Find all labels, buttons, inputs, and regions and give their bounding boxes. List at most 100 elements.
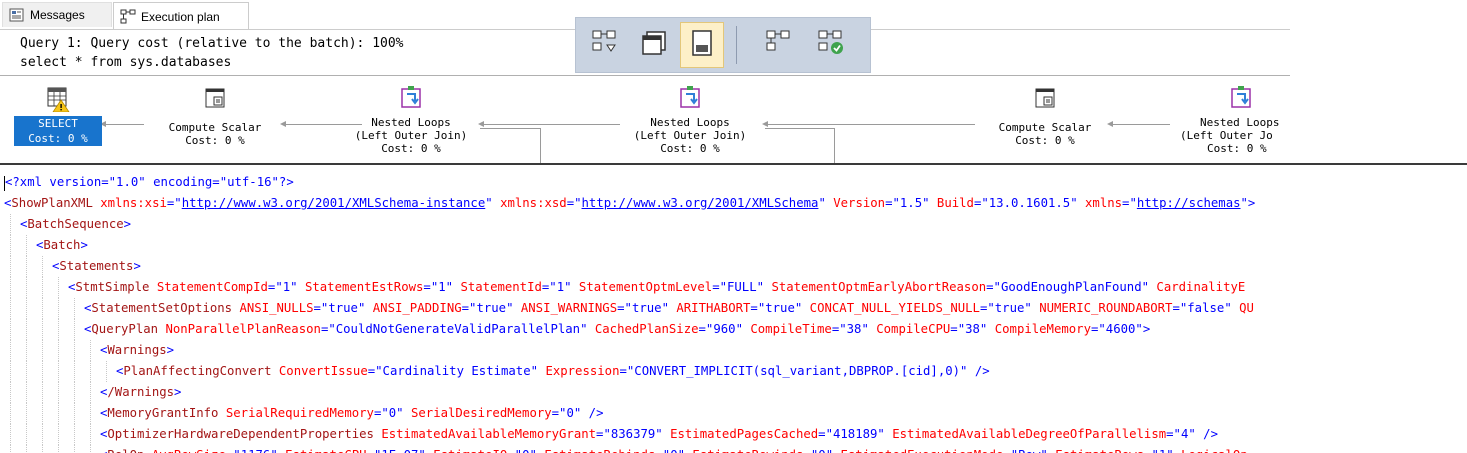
indent-guide: [10, 424, 12, 445]
pane-splitter[interactable]: [0, 163, 1467, 165]
indent-guide: [26, 445, 28, 453]
xml-tag-name: PlanAffectingConvert: [123, 364, 272, 378]
xml-quote: ": [418, 448, 425, 453]
xml-line: </Warnings>: [100, 382, 181, 403]
properties-button[interactable]: [680, 22, 724, 68]
xml-attr-name: StatementEstRows: [304, 280, 424, 294]
xml-attr-name: EstimatedExecutionMode: [841, 448, 1004, 453]
indent-guide: [74, 319, 76, 340]
xml-bracket: >: [166, 343, 175, 357]
indent-guide: [10, 445, 12, 453]
xml-quote: ": [1040, 448, 1047, 453]
xml-bracket: />: [967, 364, 990, 378]
window-button[interactable]: [632, 22, 676, 68]
compare-plan-button[interactable]: [756, 22, 800, 68]
xml-attr-name: CompileCPU: [876, 322, 951, 336]
xml-attr-name: CardinalityE: [1149, 280, 1246, 294]
plan-node-compute-scalar[interactable]: Compute Scalar Cost: 0 %: [980, 86, 1110, 147]
toolbar-separator: [736, 26, 737, 64]
indent-guide: [90, 424, 92, 445]
xml-line: <RelOp AvgRowSize="1176" EstimateCPU="1E…: [100, 445, 1255, 453]
xml-equals: =": [566, 196, 582, 210]
tab-messages[interactable]: Messages: [2, 2, 112, 27]
xml-quote: ": [1070, 196, 1078, 210]
plan-node-select[interactable]: SELECT Cost: 0 %: [14, 86, 102, 146]
plan-node-nested-loops[interactable]: Nested Loops (Left Outer Join) Cost: 0 %: [346, 86, 476, 155]
indent-guide: [42, 382, 44, 403]
indent-guide: [42, 277, 44, 298]
indent-guide: [10, 277, 12, 298]
indent-guide: [58, 361, 60, 382]
xml-bracket: />: [1195, 427, 1218, 441]
xml-attr-value: Row: [1018, 448, 1040, 453]
indent-guide: [58, 277, 60, 298]
xml-quote: ": [530, 448, 537, 453]
indent-guide: [58, 403, 60, 424]
xml-line: <StatementSetOptions ANSI_NULLS="true" A…: [84, 298, 1254, 319]
xml-quote: ": [1240, 196, 1248, 210]
xml-plan-editor[interactable]: <?xml version="1.0" encoding="utf-16"?> …: [0, 172, 1467, 453]
tab-execution-plan[interactable]: Execution plan: [113, 2, 249, 30]
plan-arrowhead: [478, 121, 484, 127]
xml-attr-name: EstimateRows: [1055, 448, 1144, 453]
xml-attr-value: 1E-07: [381, 448, 418, 453]
xml-attr-value: true: [765, 301, 795, 315]
indent-guide: [106, 361, 108, 382]
xml-attr-name: CachedPlanSize: [594, 322, 699, 336]
plan-node-op: Nested Loops: [1200, 116, 1280, 129]
xml-quote: ": [564, 280, 572, 294]
xml-equals: =": [596, 427, 611, 441]
xml-quote: ": [485, 196, 493, 210]
xml-equals: =": [803, 448, 818, 453]
xml-attr-name: CompileTime: [750, 322, 832, 336]
indent-guide: [58, 424, 60, 445]
plan-arrowhead: [762, 121, 768, 127]
xml-quote: ": [396, 406, 404, 420]
xml-attr-value: CouldNotGenerateValidParallelPlan: [335, 322, 581, 336]
xml-quote: ": [678, 448, 685, 453]
xml-attr-value: FULL: [727, 280, 757, 294]
xml-tag-name: MemoryGrantInfo: [107, 406, 219, 420]
xml-quote: ": [756, 280, 765, 294]
xml-equals: =": [461, 301, 477, 315]
xml-attr-value: false: [1187, 301, 1225, 315]
indent-guide: [10, 382, 12, 403]
indent-guide: [58, 445, 60, 453]
indent-guide: [26, 298, 28, 319]
xml-attr-value: 13.0.1601.5: [988, 196, 1071, 210]
show-plan-icon: [589, 28, 619, 62]
xml-attr-name: ANSI_NULLS: [239, 301, 314, 315]
xml-tag-name: QueryPlan: [91, 322, 159, 336]
xml-quote: ": [270, 448, 277, 453]
xml-attr-name: StatementOptmLevel: [578, 280, 713, 294]
indent-guide: [74, 340, 76, 361]
xml-equals: =": [367, 364, 383, 378]
xml-equals: =": [698, 322, 714, 336]
plan-node-sub: (Left Outer Join): [354, 129, 468, 142]
show-plan-button[interactable]: [582, 22, 626, 68]
xml-quote: ": [290, 280, 298, 294]
plan-node-compute-scalar[interactable]: Compute Scalar Cost: 0 %: [150, 86, 280, 147]
xml-attr-value: 1: [556, 280, 565, 294]
xml-attr-value: 418189: [832, 427, 878, 441]
xml-attr-name: EstimateRewinds: [692, 448, 803, 453]
plan-node-op: Compute Scalar: [998, 121, 1092, 134]
xml-equals: =": [818, 427, 833, 441]
plan-node-nested-loops[interactable]: Nested Loops (Left Outer Jo Cost: 0 %: [1176, 86, 1290, 155]
plan-node-cost: Cost: 0 %: [1207, 142, 1267, 155]
indent-guide: [42, 298, 44, 319]
xml-equals: =": [367, 448, 382, 453]
xml-attr-value: 1.5: [899, 196, 923, 210]
plan-node-op: SELECT: [14, 116, 102, 131]
indent-guide: [74, 361, 76, 382]
xml-equals: =": [750, 301, 766, 315]
indent-guide: [10, 340, 12, 361]
xml-attr-name: EstimatedAvailableMemoryGrant: [381, 427, 597, 441]
xml-equals: =": [950, 322, 966, 336]
xml-line: <BatchSequence>: [20, 214, 131, 235]
plan-node-nested-loops[interactable]: Nested Loops (Left Outer Join) Cost: 0 %: [620, 86, 760, 155]
xml-attr-name: StatementId: [460, 280, 542, 294]
indent-guide: [26, 340, 28, 361]
analyze-plan-button[interactable]: [808, 22, 852, 68]
indent-guide: [58, 319, 60, 340]
